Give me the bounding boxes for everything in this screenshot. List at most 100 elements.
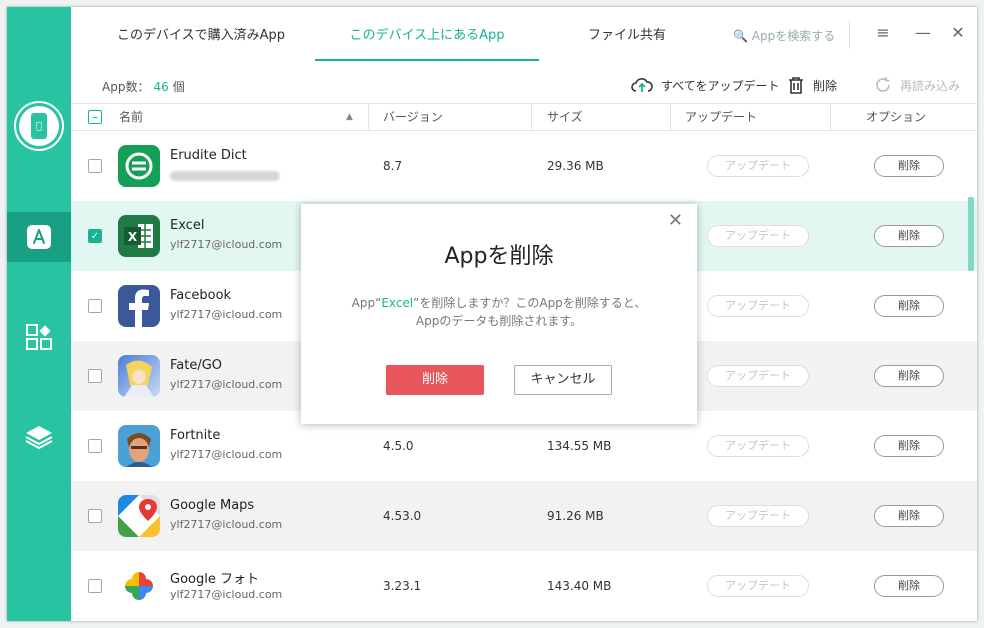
- row-delete-button[interactable]: 削除: [874, 365, 944, 387]
- app-size: 134.55 MB: [547, 439, 612, 453]
- col-version[interactable]: バージョン: [383, 104, 443, 130]
- tab-file-sharing[interactable]: ファイル共有: [557, 7, 697, 59]
- dialog-msg-app: Excel: [381, 296, 414, 310]
- tab-on-device[interactable]: このデバイス上にあるApp: [315, 7, 539, 61]
- app-account: ylf2717@icloud.com: [170, 588, 283, 601]
- app-name: Google Maps: [170, 498, 255, 513]
- row-checkbox[interactable]: [88, 439, 102, 453]
- app-account: ylf2717@icloud.com: [170, 238, 283, 251]
- col-name[interactable]: 名前: [119, 104, 143, 130]
- google-photos-icon: [118, 565, 160, 607]
- col-update: アップデート: [685, 110, 758, 124]
- delete-button[interactable]: 削除: [787, 76, 837, 94]
- update-button[interactable]: アップデート: [707, 435, 809, 457]
- table-row[interactable]: Erudite Dict 8.7 29.36 MB アップデート 削除: [71, 131, 977, 201]
- table-header: – 名前 ▲ バージョン サイズ アップデート オプション: [71, 103, 977, 131]
- cloud-upload-icon: [631, 78, 653, 92]
- table-row[interactable]: G Google Maps ylf2717@icloud.com 4.53.0 …: [71, 481, 977, 551]
- search-placeholder: Appを検索する: [751, 29, 836, 43]
- google-maps-icon: G: [118, 495, 160, 537]
- dialog-msg-prefix: App“: [351, 296, 382, 310]
- update-button[interactable]: アップデート: [707, 505, 809, 527]
- app-count-label: App数：: [102, 80, 150, 94]
- update-button[interactable]: アップデート: [707, 225, 809, 247]
- facebook-icon: [118, 285, 160, 327]
- app-version: 3.23.1: [383, 579, 422, 593]
- row-checkbox[interactable]: [88, 509, 102, 523]
- table-row[interactable]: Google フォト ylf2717@icloud.com 3.23.1 143…: [71, 551, 977, 621]
- row-checkbox[interactable]: [88, 159, 102, 173]
- cancel-button[interactable]: キャンセル: [514, 365, 612, 395]
- svg-text:X: X: [128, 230, 138, 244]
- app-store-icon: [27, 225, 51, 249]
- app-version: 4.53.0: [383, 509, 422, 523]
- sidebar: : [7, 7, 71, 621]
- app-name: Fate/GO: [170, 358, 223, 373]
- main-panel: このデバイスで購入済みApp このデバイス上にあるApp ファイル共有 🔍 Ap…: [71, 7, 977, 621]
- search-icon: 🔍: [733, 29, 748, 43]
- excel-icon: X: [118, 215, 160, 257]
- dialog-title: Appを削除: [444, 244, 554, 269]
- col-size[interactable]: サイズ: [547, 104, 583, 130]
- divider: [849, 21, 850, 49]
- dialog-msg-line2: Appのデータも削除されます。: [415, 314, 583, 328]
- scrollbar-thumb[interactable]: [968, 197, 974, 271]
- row-delete-button[interactable]: 削除: [874, 225, 944, 247]
- app-size: 29.36 MB: [547, 159, 604, 173]
- update-all-label: すべてをアップデート: [661, 78, 780, 93]
- dialog-close-icon[interactable]: ✕: [668, 210, 683, 231]
- erudite-dict-icon: [118, 145, 160, 187]
- fate-go-icon: [118, 355, 160, 397]
- app-account: ylf2717@icloud.com: [170, 448, 283, 461]
- layers-icon: [25, 426, 53, 450]
- select-all-checkbox[interactable]: –: [88, 110, 102, 124]
- svg-text:G: G: [127, 517, 138, 532]
- update-all-button[interactable]: すべてをアップデート: [631, 76, 779, 94]
- sidebar-item-widgets[interactable]: [7, 312, 71, 362]
- app-name: Facebook: [170, 288, 232, 303]
- row-delete-button[interactable]: 削除: [874, 155, 944, 177]
- row-checkbox[interactable]: ✓: [88, 229, 102, 243]
- row-delete-button[interactable]: 削除: [874, 295, 944, 317]
- update-button[interactable]: アップデート: [707, 575, 809, 597]
- sidebar-item-apps[interactable]: [7, 212, 71, 262]
- delete-app-dialog: ✕ Appを削除 App“Excel”を削除しますか？このAppを削除すると、 …: [301, 204, 697, 424]
- tab-purchased[interactable]: このデバイスで購入済みApp: [101, 7, 301, 59]
- app-version: 4.5.0: [383, 439, 414, 453]
- close-window-icon[interactable]: ✕: [948, 23, 968, 43]
- confirm-delete-button[interactable]: 削除: [386, 365, 484, 395]
- app-count-unit: 個: [172, 80, 185, 94]
- app-account: ylf2717@icloud.com: [170, 378, 283, 391]
- minimize-icon[interactable]: —: [913, 23, 933, 43]
- blurred-account: [170, 168, 280, 181]
- row-checkbox[interactable]: [88, 299, 102, 313]
- search-box[interactable]: 🔍 Appを検索する: [733, 27, 835, 44]
- row-delete-button[interactable]: 削除: [874, 575, 944, 597]
- app-count: App数： 46 個: [102, 78, 185, 95]
- reload-button[interactable]: 再読み込み: [874, 76, 960, 94]
- row-checkbox[interactable]: [88, 579, 102, 593]
- app-name: Google フォト: [170, 572, 259, 587]
- update-button[interactable]: アップデート: [707, 365, 809, 387]
- row-checkbox[interactable]: [88, 369, 102, 383]
- app-account: ylf2717@icloud.com: [170, 308, 283, 321]
- tab-bar: このデバイスで購入済みApp このデバイス上にあるApp ファイル共有 🔍 Ap…: [71, 7, 977, 61]
- refresh-icon: [876, 77, 890, 92]
- delete-label: 削除: [813, 78, 838, 93]
- row-delete-button[interactable]: 削除: [874, 505, 944, 527]
- reload-label: 再読み込み: [900, 78, 961, 93]
- update-button[interactable]: アップデート: [707, 155, 809, 177]
- app-name: Erudite Dict: [170, 148, 247, 163]
- grid-apps-icon: [26, 324, 52, 350]
- sort-up-icon[interactable]: ▲: [346, 104, 353, 130]
- device-avatar[interactable]: : [14, 101, 64, 151]
- app-version: 8.7: [383, 159, 403, 173]
- row-delete-button[interactable]: 削除: [874, 435, 944, 457]
- menu-icon[interactable]: ≡: [873, 23, 893, 43]
- toolbar: App数： 46 個 すべてをアップデート 削除 再読み込み: [71, 67, 977, 103]
- app-window:  このデバイスで購入済みApp: [7, 7, 977, 621]
- update-button[interactable]: アップデート: [707, 295, 809, 317]
- app-name: Excel: [170, 218, 205, 233]
- app-name: Fortnite: [170, 428, 221, 443]
- sidebar-item-layers[interactable]: [7, 412, 71, 462]
